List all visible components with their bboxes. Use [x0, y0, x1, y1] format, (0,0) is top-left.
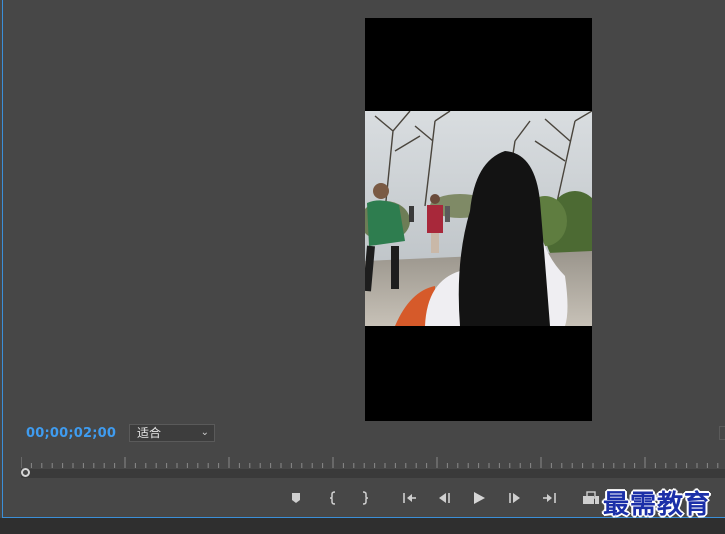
export-frame-icon: [583, 491, 599, 504]
add-marker-button[interactable]: [286, 489, 306, 507]
mark-out-button[interactable]: [355, 489, 375, 507]
mark-out-icon: [362, 491, 369, 505]
step-back-button[interactable]: [434, 489, 454, 507]
step-forward-icon: [509, 493, 520, 503]
go-to-out-icon: [543, 493, 556, 503]
chevron-down-icon: ⌄: [200, 427, 209, 438]
mark-in-button[interactable]: [323, 489, 343, 507]
time-ruler[interactable]: [21, 455, 725, 469]
program-monitor: 00;00;02;00 适合 ⌄ 最需教育: [2, 0, 725, 520]
video-frame-image: [365, 111, 592, 326]
playhead-handle[interactable]: [21, 468, 30, 477]
go-to-out-button[interactable]: [539, 489, 559, 507]
video-preview[interactable]: [365, 18, 592, 421]
go-to-in-button[interactable]: [400, 489, 420, 507]
export-frame-button[interactable]: [581, 489, 601, 507]
panel-bottom-strip: [0, 518, 725, 534]
marker-icon: [292, 493, 300, 503]
zoom-level-select[interactable]: 适合 ⌄: [129, 424, 215, 442]
playhead-timecode[interactable]: 00;00;02;00: [26, 426, 116, 441]
play-icon: [474, 492, 485, 504]
play-button[interactable]: [469, 489, 489, 507]
mark-in-icon: [329, 491, 336, 505]
step-forward-button[interactable]: [505, 489, 525, 507]
zoom-level-label: 适合: [137, 426, 162, 440]
go-to-in-icon: [403, 493, 416, 503]
settings-edge-button[interactable]: [719, 426, 725, 440]
scrub-bar[interactable]: [21, 469, 725, 478]
watermark-logo: 最需教育: [603, 490, 712, 520]
step-back-icon: [439, 493, 450, 503]
